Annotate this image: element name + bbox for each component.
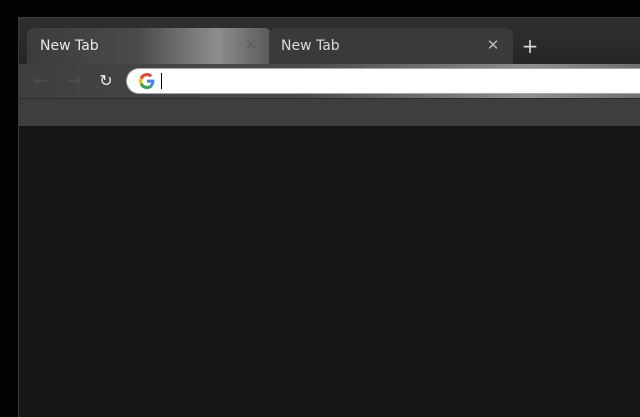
- google-g-icon: [139, 73, 155, 89]
- bookmarks-bar: [19, 98, 640, 127]
- close-icon[interactable]: ✕: [243, 37, 259, 53]
- toolbar: ← → ↻: [19, 64, 640, 98]
- tab-new-tab[interactable]: New Tab ✕: [269, 28, 513, 64]
- reload-icon: ↻: [99, 71, 113, 90]
- tab-strip: New Tab ✕ New Tab ✕ +: [19, 18, 640, 64]
- close-icon[interactable]: ✕: [485, 37, 501, 53]
- reload-button[interactable]: ↻: [96, 71, 116, 91]
- browser-window: New Tab ✕ New Tab ✕ + ← → ↻: [18, 17, 640, 417]
- back-button[interactable]: ←: [31, 71, 51, 91]
- arrow-left-icon: ←: [33, 71, 49, 91]
- new-tab-button[interactable]: +: [519, 36, 541, 58]
- text-caret: [161, 73, 162, 89]
- arrow-right-icon: →: [66, 71, 82, 91]
- tab-title: New Tab: [281, 38, 340, 54]
- page-content[interactable]: [19, 126, 640, 417]
- address-bar[interactable]: [127, 69, 640, 93]
- tab-new-tab-active[interactable]: New Tab ✕: [27, 28, 271, 64]
- plus-icon: +: [521, 34, 539, 58]
- forward-button[interactable]: →: [64, 71, 84, 91]
- tab-title: New Tab: [40, 38, 99, 54]
